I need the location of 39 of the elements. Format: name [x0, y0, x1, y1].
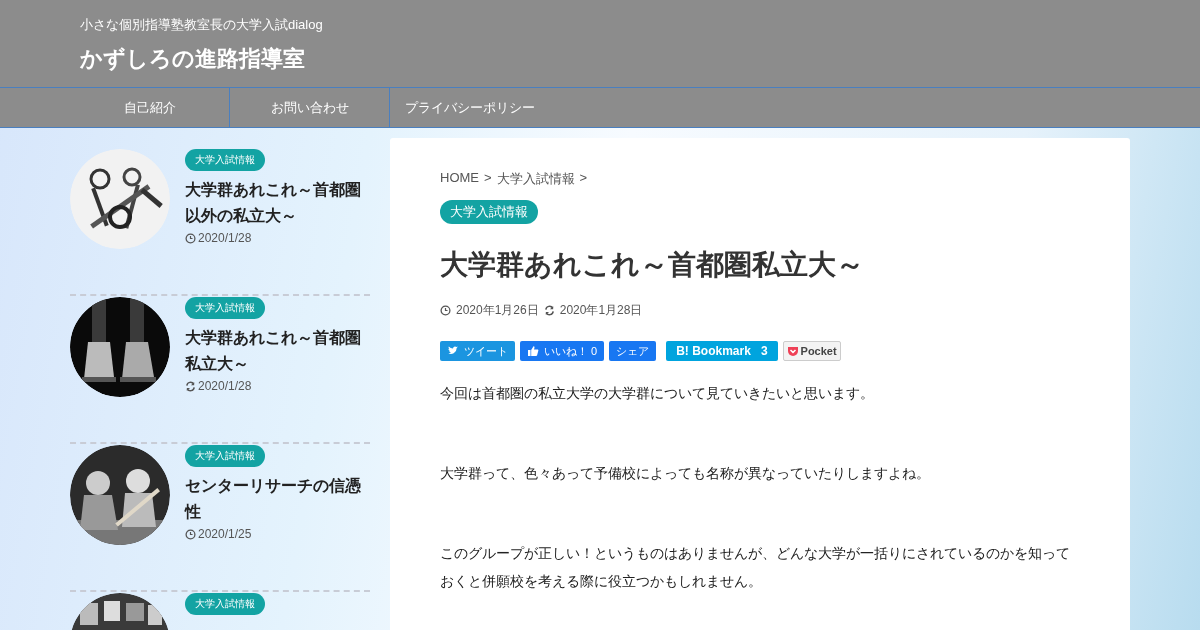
- twitter-button[interactable]: ツイート: [440, 341, 515, 361]
- article-paragraph: このグループが正しい！というものはありませんが、どんな大学が一括りにされているのかを知っておくと併願校を考える際に役立つかもしれません。: [440, 544, 1071, 591]
- category-badge[interactable]: 大学入試情報: [185, 445, 265, 467]
- hatena-button[interactable]: B! Bookmark 3: [666, 341, 778, 361]
- category-badge[interactable]: 大学入試情報: [185, 593, 265, 615]
- bird-icon: [447, 345, 459, 357]
- refresh-icon: [185, 380, 196, 392]
- post-date: 2020/1/25: [198, 527, 252, 541]
- nav-link[interactable]: お問い合わせ: [230, 88, 390, 127]
- thumbs-up-icon: [527, 345, 539, 357]
- post-title[interactable]: センターリサーチの信憑性: [185, 473, 365, 525]
- published-date: 2020年1月26日: [456, 302, 539, 319]
- clock-icon: [185, 528, 196, 540]
- article-paragraph: 大学群って、色々あって予備校によっても名称が異なっていたりしますよね。: [440, 464, 931, 483]
- breadcrumb-separator: >: [579, 170, 588, 187]
- refresh-icon: [543, 305, 555, 316]
- nav-link[interactable]: 自己紹介: [0, 88, 230, 127]
- breadcrumb-link[interactable]: HOME: [440, 170, 479, 188]
- site-tagline: 小さな個別指導塾教室長の大学入試dialog: [80, 16, 324, 34]
- updated-date: 2020年1月28日: [559, 302, 643, 319]
- category-badge[interactable]: 大学入試情報: [185, 297, 265, 319]
- share-button[interactable]: シェア: [609, 341, 657, 361]
- post-date: 2020/1/28: [198, 379, 252, 393]
- clock-icon: [185, 232, 196, 244]
- category-badge[interactable]: 大学入試情報: [185, 149, 265, 171]
- article-paragraph: 今回は首都圏の私立大学の大学群について見ていきたいと思います。: [440, 384, 875, 403]
- pocket-icon: [786, 345, 799, 357]
- breadcrumb-separator: >: [484, 170, 492, 187]
- post-title[interactable]: 大学群あれこれ～首都圏以外の私立大～: [185, 177, 365, 229]
- article-title: 大学群あれこれ～首都圏私立大～: [440, 248, 865, 282]
- clock-icon: [440, 305, 451, 316]
- like-button[interactable]: いいね！ 0: [520, 341, 605, 361]
- breadcrumb-link[interactable]: 大学入試情報: [496, 170, 575, 188]
- pocket-button[interactable]: Pocket: [782, 341, 841, 361]
- category-badge[interactable]: 大学入試情報: [440, 200, 538, 224]
- post-date: 2020/1/28: [198, 231, 252, 245]
- nav-link[interactable]: プライバシーポリシー: [390, 88, 535, 127]
- site-title[interactable]: かずしろの進路指導室: [80, 44, 305, 74]
- post-title[interactable]: 大学群あれこれ～首都圏私立大～: [185, 325, 365, 377]
